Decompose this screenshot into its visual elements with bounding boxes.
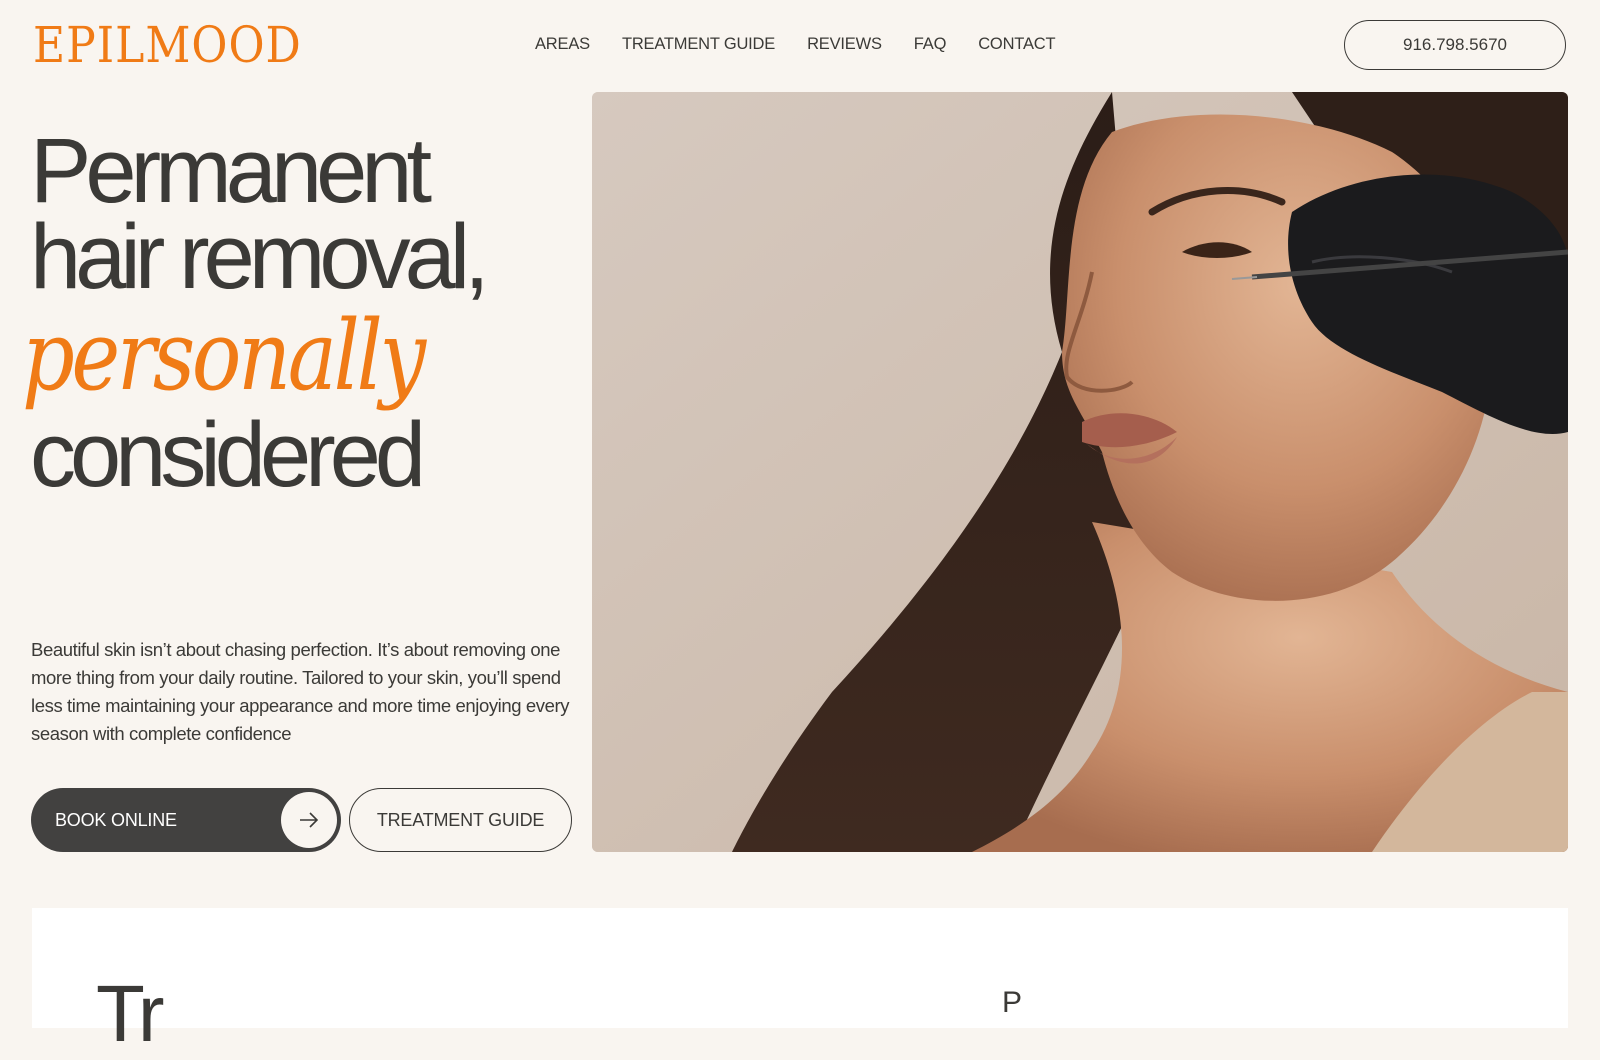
nav-item-contact[interactable]: CONTACT xyxy=(978,35,1055,54)
headline-line-4: considered xyxy=(30,404,426,506)
treatment-guide-button[interactable]: TREATMENT GUIDE xyxy=(349,788,572,852)
section-title: Tr xyxy=(96,969,165,1058)
nav-item-areas[interactable]: AREAS xyxy=(535,35,590,54)
headline-line-1: Permanent xyxy=(30,120,432,222)
headline-line-2: hair removal, xyxy=(30,206,490,308)
book-online-label: BOOK ONLINE xyxy=(55,809,177,830)
phone-button[interactable]: 916.798.5670 xyxy=(1344,20,1566,70)
book-online-button[interactable]: BOOK ONLINE xyxy=(31,788,341,852)
headline-accent: personally xyxy=(22,300,426,412)
nav-item-treatment-guide[interactable]: TREATMENT GUIDE xyxy=(622,35,775,54)
nav-item-faq[interactable]: FAQ xyxy=(914,35,947,54)
hero-headline: Permanent hair removal, personally consi… xyxy=(22,120,570,506)
section-subtitle: P xyxy=(1002,986,1023,1019)
brand-logo[interactable]: EPILMOOD xyxy=(33,15,302,75)
hero-image xyxy=(592,92,1568,852)
treatment-section-card: Tr P xyxy=(32,908,1568,1058)
arrow-right-icon xyxy=(281,792,337,848)
hero-description: Beautiful skin isn’t about chasing perfe… xyxy=(31,639,570,744)
nav-item-reviews[interactable]: REVIEWS xyxy=(807,35,882,54)
main-nav: AREAS TREATMENT GUIDE REVIEWS FAQ CONTAC… xyxy=(535,35,1087,54)
